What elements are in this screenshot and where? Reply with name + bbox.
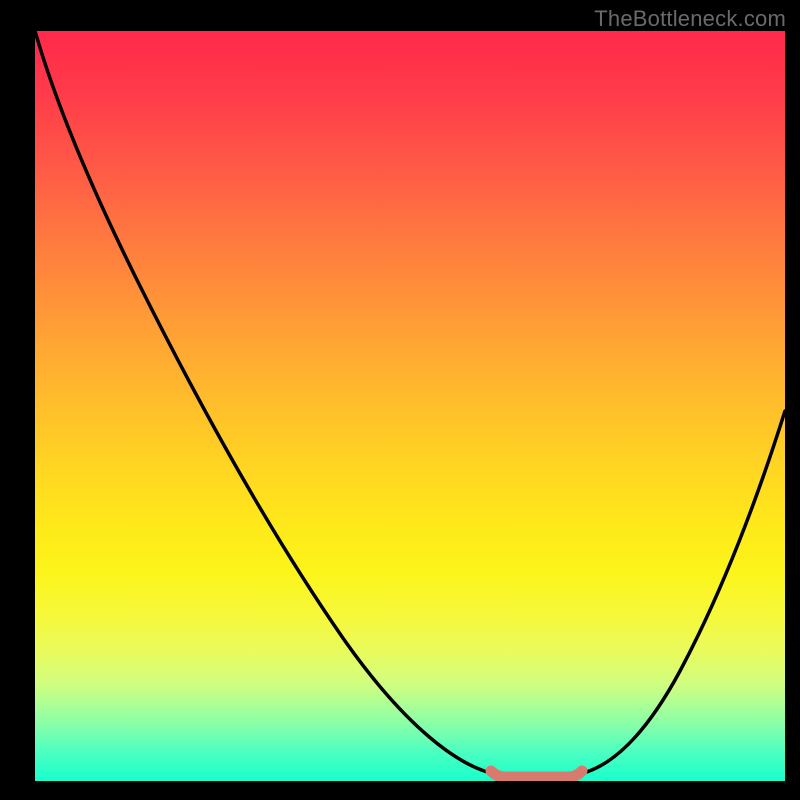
curve-path [35,31,785,775]
chart-frame: TheBottleneck.com [0,0,800,800]
watermark-text: TheBottleneck.com [594,6,786,32]
plot-area [35,31,785,781]
bottleneck-curve [35,31,785,781]
plateau-marker [491,771,582,777]
